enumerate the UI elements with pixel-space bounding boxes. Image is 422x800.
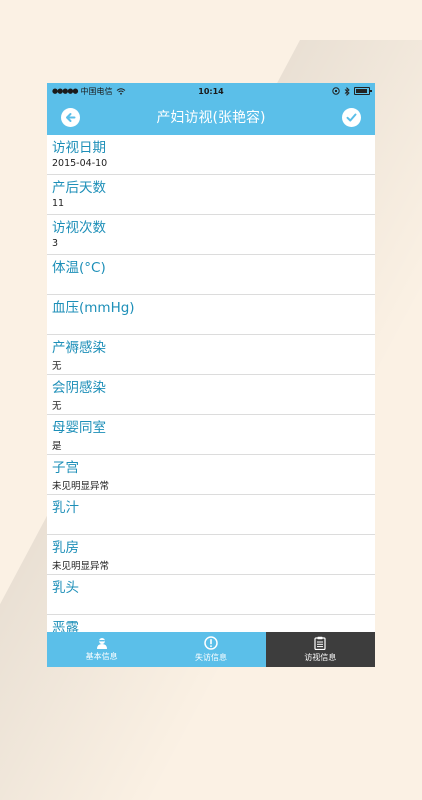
field-label: 乳汁	[52, 500, 79, 516]
field-label: 子宫	[52, 460, 79, 476]
form-row-uterus[interactable]: 子宫 未见明显异常	[47, 455, 375, 495]
field-label: 乳头	[52, 580, 79, 596]
field-label: 体温(°C)	[52, 260, 106, 276]
user-icon	[96, 638, 107, 649]
form-row-rooming-in[interactable]: 母婴同室 是	[47, 415, 375, 455]
form-row-blood-pressure[interactable]: 血压(mmHg)	[47, 295, 375, 335]
field-value: 未见明显异常	[52, 481, 110, 492]
tab-visit-info[interactable]: 访视信息	[265, 632, 375, 667]
check-icon	[346, 113, 357, 122]
field-label: 会阴感染	[52, 380, 106, 396]
field-label: 访视次数	[52, 220, 106, 236]
tab-basic-info[interactable]: 基本信息	[47, 632, 156, 667]
form-row-temperature[interactable]: 体温(°C)	[47, 255, 375, 295]
field-value: 2015-04-10	[52, 158, 108, 169]
form-row-breast-milk[interactable]: 乳汁	[47, 495, 375, 535]
clipboard-icon	[314, 636, 326, 650]
status-time: 10:14	[198, 86, 224, 96]
tab-label: 失访信息	[194, 653, 227, 662]
form-row-breast[interactable]: 乳房 未见明显异常	[47, 535, 375, 575]
back-arrow-icon	[66, 113, 76, 122]
save-button[interactable]	[342, 108, 361, 127]
back-button[interactable]	[61, 108, 80, 127]
tab-bar: 基本信息 失访信息 访视信息	[47, 632, 375, 667]
bluetooth-icon	[344, 86, 350, 96]
form-row-nipple[interactable]: 乳头	[47, 575, 375, 615]
field-value: 是	[52, 441, 62, 452]
alert-icon	[204, 636, 218, 650]
form-row-puerperal-infection[interactable]: 产褥感染 无	[47, 335, 375, 375]
field-value: 未见明显异常	[52, 561, 110, 572]
field-value: 无	[52, 401, 62, 412]
field-label: 产褥感染	[52, 340, 106, 356]
field-label: 产后天数	[52, 180, 106, 196]
form-row-visit-date[interactable]: 访视日期 2015-04-10	[47, 135, 375, 175]
field-label: 血压(mmHg)	[52, 300, 135, 316]
visit-form-list: 访视日期 2015-04-10 产后天数 11 访视次数 3 体温(°C) 血压…	[47, 135, 375, 655]
field-value: 无	[52, 361, 62, 372]
battery-icon	[354, 87, 372, 95]
field-value: 11	[52, 198, 65, 209]
lock-rotation-icon	[332, 87, 340, 95]
field-label: 访视日期	[52, 140, 106, 156]
field-label: 乳房	[52, 540, 79, 556]
status-bar: ●●●●● 中国电信 10:14	[47, 83, 375, 99]
phone-screen: ●●●●● 中国电信 10:14 产妇访视(张艳容) 访视日期 2015-04-…	[47, 83, 375, 667]
form-row-postpartum-days[interactable]: 产后天数 11	[47, 175, 375, 215]
form-row-perineal-infection[interactable]: 会阴感染 无	[47, 375, 375, 415]
page-title: 产妇访视(张艳容)	[156, 110, 266, 126]
tab-label: 基本信息	[85, 652, 118, 661]
field-value: 3	[52, 238, 59, 249]
form-row-visit-count[interactable]: 访视次数 3	[47, 215, 375, 255]
tab-label: 访视信息	[304, 653, 337, 662]
nav-bar: 产妇访视(张艳容)	[47, 99, 375, 135]
tab-lost-info[interactable]: 失访信息	[156, 632, 265, 667]
field-label: 母婴同室	[52, 420, 106, 436]
